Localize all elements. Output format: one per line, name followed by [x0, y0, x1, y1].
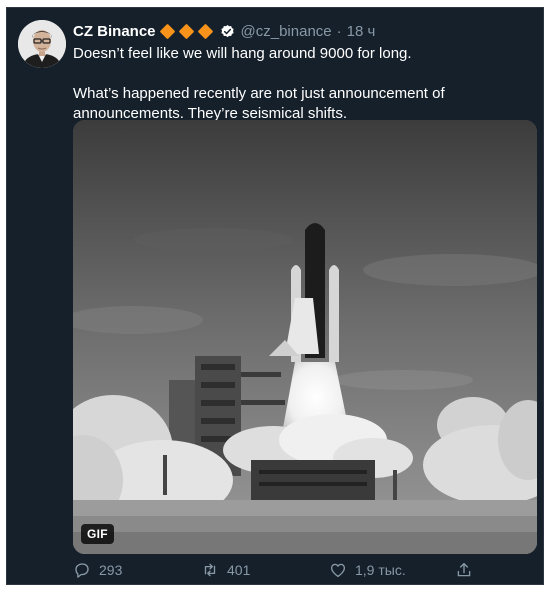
tweet-media-gif[interactable]: GIF — [73, 120, 537, 554]
reply-icon — [75, 563, 89, 578]
tweet-text-line: What’s happened recently are not just an… — [73, 85, 445, 122]
reply-button[interactable]: 293 — [73, 560, 122, 580]
retweet-icon — [204, 563, 216, 577]
avatar-image — [18, 20, 66, 68]
tweet-timestamp[interactable]: 18 ч — [347, 23, 376, 40]
badges — [159, 23, 241, 39]
verified-badge-icon — [220, 24, 235, 39]
shuttle-launch-image — [73, 120, 537, 554]
retweet-button[interactable]: 401 — [201, 560, 250, 580]
tweet-header: CZ Binance @cz_binance · 18 ч — [73, 20, 375, 42]
share-button[interactable] — [455, 560, 481, 580]
tweet-text-line: Doesn’t feel like we will hang around 90… — [73, 45, 412, 62]
author-name[interactable]: CZ Binance — [73, 23, 156, 40]
diamond-icon — [159, 23, 175, 39]
heart-icon — [330, 563, 346, 578]
gif-badge: GIF — [81, 524, 114, 544]
like-button[interactable]: 1,9 тыс. — [329, 560, 406, 580]
author-handle[interactable]: @cz_binance — [241, 23, 332, 40]
tweet-actions: 293 401 1,9 тыс. — [73, 560, 473, 582]
share-icon — [457, 562, 471, 577]
tweet-card: CZ Binance @cz_binance · 18 ч Doesn’t fe… — [6, 7, 544, 585]
diamond-icon — [178, 23, 194, 39]
like-count: 1,9 тыс. — [355, 562, 406, 578]
reply-count: 293 — [99, 562, 123, 578]
separator-dot: · — [336, 22, 342, 40]
diamond-icon — [197, 23, 213, 39]
tweet-text: Doesn’t feel like we will hang around 90… — [73, 44, 535, 124]
avatar[interactable] — [18, 20, 66, 68]
retweet-count: 401 — [227, 562, 251, 578]
